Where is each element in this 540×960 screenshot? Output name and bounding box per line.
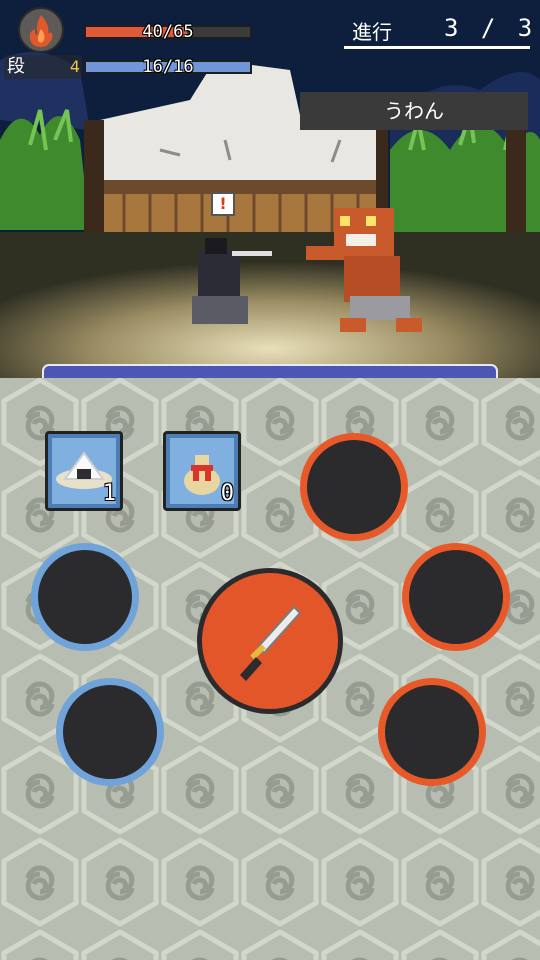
skill-slot-orange-bottom[interactable] <box>378 678 486 786</box>
progress-value: 3 / 3 <box>444 14 537 42</box>
item-count-onigiri: 1 <box>102 481 116 506</box>
mp-bar: 16/16 <box>84 57 252 77</box>
sword-icon <box>240 605 302 681</box>
skill-slot-blue-upper[interactable] <box>31 543 139 651</box>
progress-underline <box>344 46 530 49</box>
skill-slot-blue-lower[interactable] <box>56 678 164 786</box>
attack-button[interactable] <box>197 568 343 714</box>
enemy-name-tag: うわん <box>300 92 528 130</box>
progress-label: 進行 <box>352 20 392 44</box>
mp-text: 16/16 <box>142 57 194 77</box>
skill-slot-orange-middle[interactable] <box>402 543 510 651</box>
item-slot-onigiri[interactable]: 1 <box>45 431 123 511</box>
hp-text: 40/65 <box>142 22 194 42</box>
rank-display: 段 4 <box>4 55 82 79</box>
rank-label: 段 <box>7 56 25 77</box>
flame-icon <box>29 15 53 47</box>
battle-scene: 段 4 40/65 16/16 進行 3 / 3 うわん ! <box>0 0 540 378</box>
rank-value: 4 <box>69 57 80 76</box>
item-slot-bag[interactable]: 0 <box>163 431 241 511</box>
skill-slot-orange-top[interactable] <box>300 433 408 541</box>
exclamation-icon: ! <box>211 192 235 216</box>
player-avatar[interactable] <box>18 7 64 53</box>
item-count-bag: 0 <box>220 481 234 506</box>
hp-bar: 40/65 <box>84 22 252 42</box>
enemy-name: うわん <box>384 99 444 123</box>
